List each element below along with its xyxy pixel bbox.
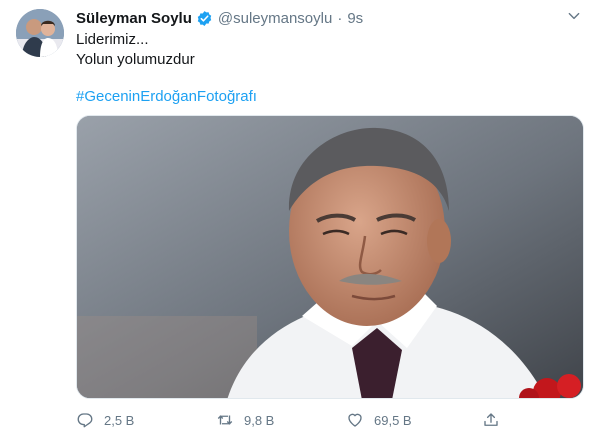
share-button[interactable] [482, 407, 510, 433]
tweet-header: Süleyman Soylu @suleymansoylu · 9s [76, 8, 363, 28]
tweet-actions: 2,5 B 9,8 B 69,5 B [76, 407, 584, 433]
avatar[interactable] [16, 9, 64, 57]
separator-dot: · [337, 9, 343, 27]
author-name[interactable]: Süleyman Soylu [76, 10, 192, 27]
reply-count: 2,5 B [104, 412, 135, 428]
tweet-text-line-2: Yolun yolumuzdur [76, 51, 195, 68]
tweet-photo[interactable] [76, 115, 584, 399]
verified-badge-icon [196, 10, 213, 27]
hashtag-link[interactable]: #GeceninErdoğanFotoğrafı [76, 88, 257, 105]
reply-button[interactable]: 2,5 B [76, 407, 134, 433]
chevron-down-icon[interactable] [567, 9, 581, 23]
like-icon [348, 413, 362, 427]
retweet-button[interactable]: 9,8 B [216, 407, 274, 433]
timestamp[interactable]: 9s [347, 10, 363, 27]
like-count: 69,5 B [374, 412, 412, 428]
tweet[interactable]: Süleyman Soylu @suleymansoylu · 9s Lider… [0, 0, 597, 440]
tweet-text: Liderimiz... Yolun yolumuzdur [76, 30, 195, 70]
author-handle[interactable]: @suleymansoylu [218, 10, 332, 27]
retweet-icon [217, 415, 233, 425]
reply-icon [77, 413, 93, 428]
tweet-text-line-1: Liderimiz... [76, 31, 149, 48]
share-icon [484, 413, 498, 426]
like-button[interactable]: 69,5 B [346, 407, 412, 433]
retweet-count: 9,8 B [244, 412, 275, 428]
